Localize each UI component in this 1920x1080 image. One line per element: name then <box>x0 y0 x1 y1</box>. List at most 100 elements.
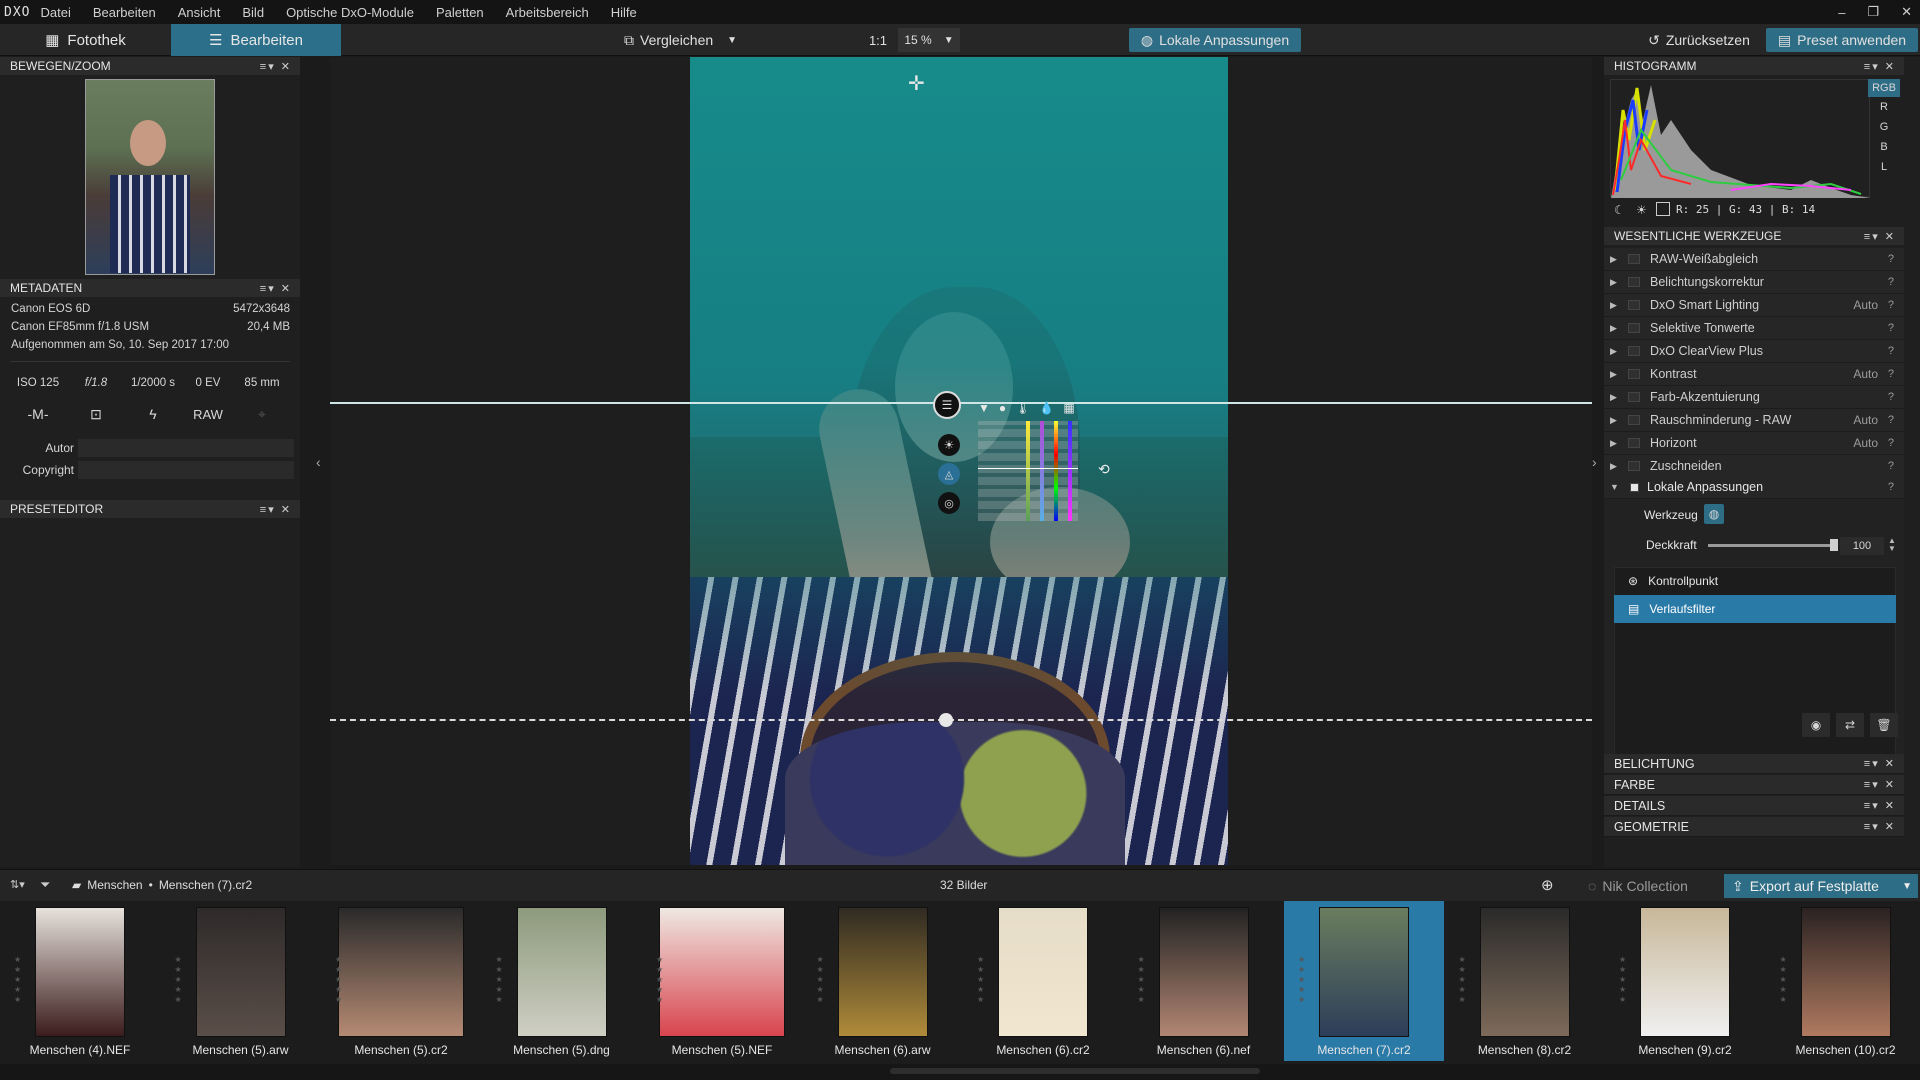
reset-sliders-icon[interactable]: ⟲ <box>1098 461 1110 478</box>
tool-row[interactable]: ▶ DxO ClearView Plus? <box>1604 340 1904 363</box>
tool-checkbox[interactable] <box>1628 415 1640 425</box>
chroma-icon[interactable]: ▦ <box>1063 401 1074 415</box>
panel-controls-icon[interactable]: ≡▾ ✕ <box>1864 799 1896 812</box>
navigator-thumbnail[interactable] <box>85 79 215 275</box>
opacity-slider-thumb[interactable] <box>1830 539 1838 551</box>
filmstrip-thumbnail[interactable]: ★ ★ ★ ★ ★ Menschen (8).cr2 <box>1445 901 1605 1061</box>
help-icon[interactable]: ? <box>1888 481 1894 493</box>
tab-fotothek[interactable]: ▦ Fotothek <box>0 24 171 56</box>
panel-controls-icon[interactable]: ≡▾ ✕ <box>260 60 292 73</box>
help-icon[interactable]: ? <box>1888 391 1894 403</box>
tab-bearbeiten[interactable]: ☰ Bearbeiten <box>171 24 341 56</box>
copyright-field[interactable] <box>78 461 294 479</box>
filter-icon[interactable]: ⏷ <box>40 877 50 893</box>
menu-bearbeiten[interactable]: Bearbeiten <box>93 5 156 20</box>
restore-icon[interactable]: ❐ <box>1867 4 1879 20</box>
scrollbar-thumb[interactable] <box>890 1068 1260 1074</box>
compare-button[interactable]: ⧉ Vergleichen ▼ <box>624 28 754 52</box>
menu-paletten[interactable]: Paletten <box>436 5 484 20</box>
rating-stars-icon[interactable]: ★ ★ ★ ★ ★ <box>14 955 24 1005</box>
gradient-end-line[interactable] <box>330 719 1592 721</box>
help-icon[interactable]: ? <box>1888 437 1894 449</box>
filmstrip-thumbnail[interactable]: ★ ★ ★ ★ ★ Menschen (5).arw <box>161 901 321 1061</box>
author-field[interactable] <box>78 439 294 457</box>
image-canvas[interactable]: ✛ ☰ ☀ ◬ ◎ ▼ ● 🌡 💧 ▦ ⟲ <box>330 57 1592 865</box>
filmstrip-thumbnail[interactable]: ★ ★ ★ ★ ★ Menschen (4).NEF <box>0 901 160 1061</box>
tool-row[interactable]: ▶ RAW-Weißabgleich? <box>1604 248 1904 271</box>
filmstrip-scrollbar[interactable] <box>0 1064 1920 1080</box>
minimize-icon[interactable]: – <box>1838 5 1845 20</box>
opacity-value[interactable]: 100 <box>1840 537 1884 555</box>
export-button[interactable]: ⇪ Export auf Festplatte ▼ <box>1724 874 1918 898</box>
panel-controls-icon[interactable]: ≡▾ ✕ <box>1864 778 1896 791</box>
filmstrip-thumbnail[interactable]: ★ ★ ★ ★ ★ Menschen (5).cr2 <box>321 901 481 1061</box>
tool-row[interactable]: ▶ Selektive Tonwerte? <box>1604 317 1904 340</box>
slider-temp[interactable] <box>1026 421 1030 521</box>
mask-delete-icon[interactable]: 🗑 <box>1870 713 1898 737</box>
tool-checkbox[interactable] <box>1628 461 1640 471</box>
local-tool-icon[interactable]: ◍ <box>1704 504 1724 524</box>
mask-invert-icon[interactable]: ⇄ <box>1836 713 1864 737</box>
panel-controls-icon[interactable]: ≡▾ ✕ <box>1864 60 1896 73</box>
collapse-left-icon[interactable]: ‹ <box>316 454 321 470</box>
tool-checkbox[interactable] <box>1628 346 1640 356</box>
filmstrip-thumbnail[interactable]: ★ ★ ★ ★ ★ Menschen (5).dng <box>482 901 642 1061</box>
mask-item-kontrollpunkt[interactable]: ⊛ Kontrollpunkt <box>1614 567 1896 595</box>
tool-row[interactable]: ▶ Belichtungskorrektur? <box>1604 271 1904 294</box>
menu-datei[interactable]: Datei <box>40 5 70 20</box>
opacity-slider[interactable] <box>1708 539 1838 551</box>
share-icon[interactable]: ⊕ <box>1541 876 1554 894</box>
breadcrumb-folder[interactable]: Menschen <box>87 878 142 892</box>
hist-channel-g[interactable]: G <box>1868 121 1900 137</box>
sun-icon[interactable]: ☀ <box>1636 203 1647 217</box>
tool-checkbox[interactable] <box>1628 438 1640 448</box>
color-icon[interactable]: ◬ <box>938 463 960 485</box>
panel-controls-icon[interactable]: ≡▾ ✕ <box>1864 820 1896 833</box>
help-icon[interactable]: ? <box>1888 345 1894 357</box>
sort-icon[interactable]: ⇅▾ <box>10 878 25 891</box>
help-icon[interactable]: ? <box>1888 414 1894 426</box>
tool-row[interactable]: ▶ Horizont Auto? <box>1604 432 1904 455</box>
filmstrip-thumbnail[interactable]: ★ ★ ★ ★ ★ Menschen (10).cr2 <box>1766 901 1920 1061</box>
filmstrip-thumbnail[interactable]: ★ ★ ★ ★ ★ Menschen (6).arw <box>803 901 963 1061</box>
chevron-down-icon[interactable]: ▼ <box>1902 881 1912 892</box>
slider-hue[interactable] <box>1054 421 1058 521</box>
tool-local-adjustments[interactable]: ▼ Lokale Anpassungen ? <box>1604 476 1904 499</box>
tool-checkbox[interactable] <box>1628 323 1640 333</box>
help-icon[interactable]: ? <box>1888 299 1894 311</box>
panel-controls-icon[interactable]: ≡▾ ✕ <box>1864 757 1896 770</box>
mask-menu-icon[interactable]: ☰ <box>933 391 961 419</box>
help-icon[interactable]: ? <box>1888 322 1894 334</box>
hist-channel-r[interactable]: R <box>1868 101 1900 117</box>
slider-tint[interactable] <box>1040 421 1044 521</box>
tool-row[interactable]: ▶ Farb-Akzentuierung? <box>1604 386 1904 409</box>
tool-row[interactable]: ▶ Rauschminderung - RAW Auto? <box>1604 409 1904 432</box>
close-icon[interactable]: ✕ <box>1901 4 1912 20</box>
detail-icon[interactable]: ◎ <box>938 492 960 514</box>
help-icon[interactable]: ? <box>1888 253 1894 265</box>
filmstrip-thumbnail[interactable]: ★ ★ ★ ★ ★ Menschen (9).cr2 <box>1605 901 1765 1061</box>
help-icon[interactable]: ? <box>1888 368 1894 380</box>
rating-stars-icon[interactable]: ★ ★ ★ ★ ★ <box>175 955 185 1005</box>
tool-checkbox[interactable] <box>1628 277 1640 287</box>
moon-icon[interactable]: ☾ <box>1614 203 1625 217</box>
menu-ansicht[interactable]: Ansicht <box>178 5 221 20</box>
mask-visibility-icon[interactable]: ◉ <box>1802 713 1830 737</box>
tool-checkbox[interactable] <box>1628 254 1640 264</box>
rating-stars-icon[interactable]: ★ ★ ★ ★ ★ <box>817 955 827 1005</box>
hist-channel-rgb[interactable]: RGB <box>1868 79 1900 97</box>
menu-hilfe[interactable]: Hilfe <box>611 5 637 20</box>
rating-stars-icon[interactable]: ★ ★ ★ ★ ★ <box>977 955 987 1005</box>
rating-stars-icon[interactable]: ★ ★ ★ ★ ★ <box>1619 955 1629 1005</box>
tool-checkbox[interactable] <box>1628 392 1640 402</box>
rating-stars-icon[interactable]: ★ ★ ★ ★ ★ <box>656 955 666 1005</box>
select-icon[interactable]: ▼ <box>978 401 990 415</box>
filmstrip-thumbnail[interactable]: ★ ★ ★ ★ ★ Menschen (7).cr2 <box>1284 901 1444 1061</box>
filmstrip-thumbnail[interactable]: ★ ★ ★ ★ ★ Menschen (5).NEF <box>642 901 802 1061</box>
tool-row[interactable]: ▶ DxO Smart Lighting Auto? <box>1604 294 1904 317</box>
filmstrip-thumbnail[interactable]: ★ ★ ★ ★ ★ Menschen (6).nef <box>1124 901 1284 1061</box>
hist-channel-l[interactable]: L <box>1868 161 1900 177</box>
rating-stars-icon[interactable]: ★ ★ ★ ★ ★ <box>1298 955 1308 1005</box>
rating-stars-icon[interactable]: ★ ★ ★ ★ ★ <box>1138 955 1148 1005</box>
filmstrip-thumbnail[interactable]: ★ ★ ★ ★ ★ Menschen (6).cr2 <box>963 901 1123 1061</box>
